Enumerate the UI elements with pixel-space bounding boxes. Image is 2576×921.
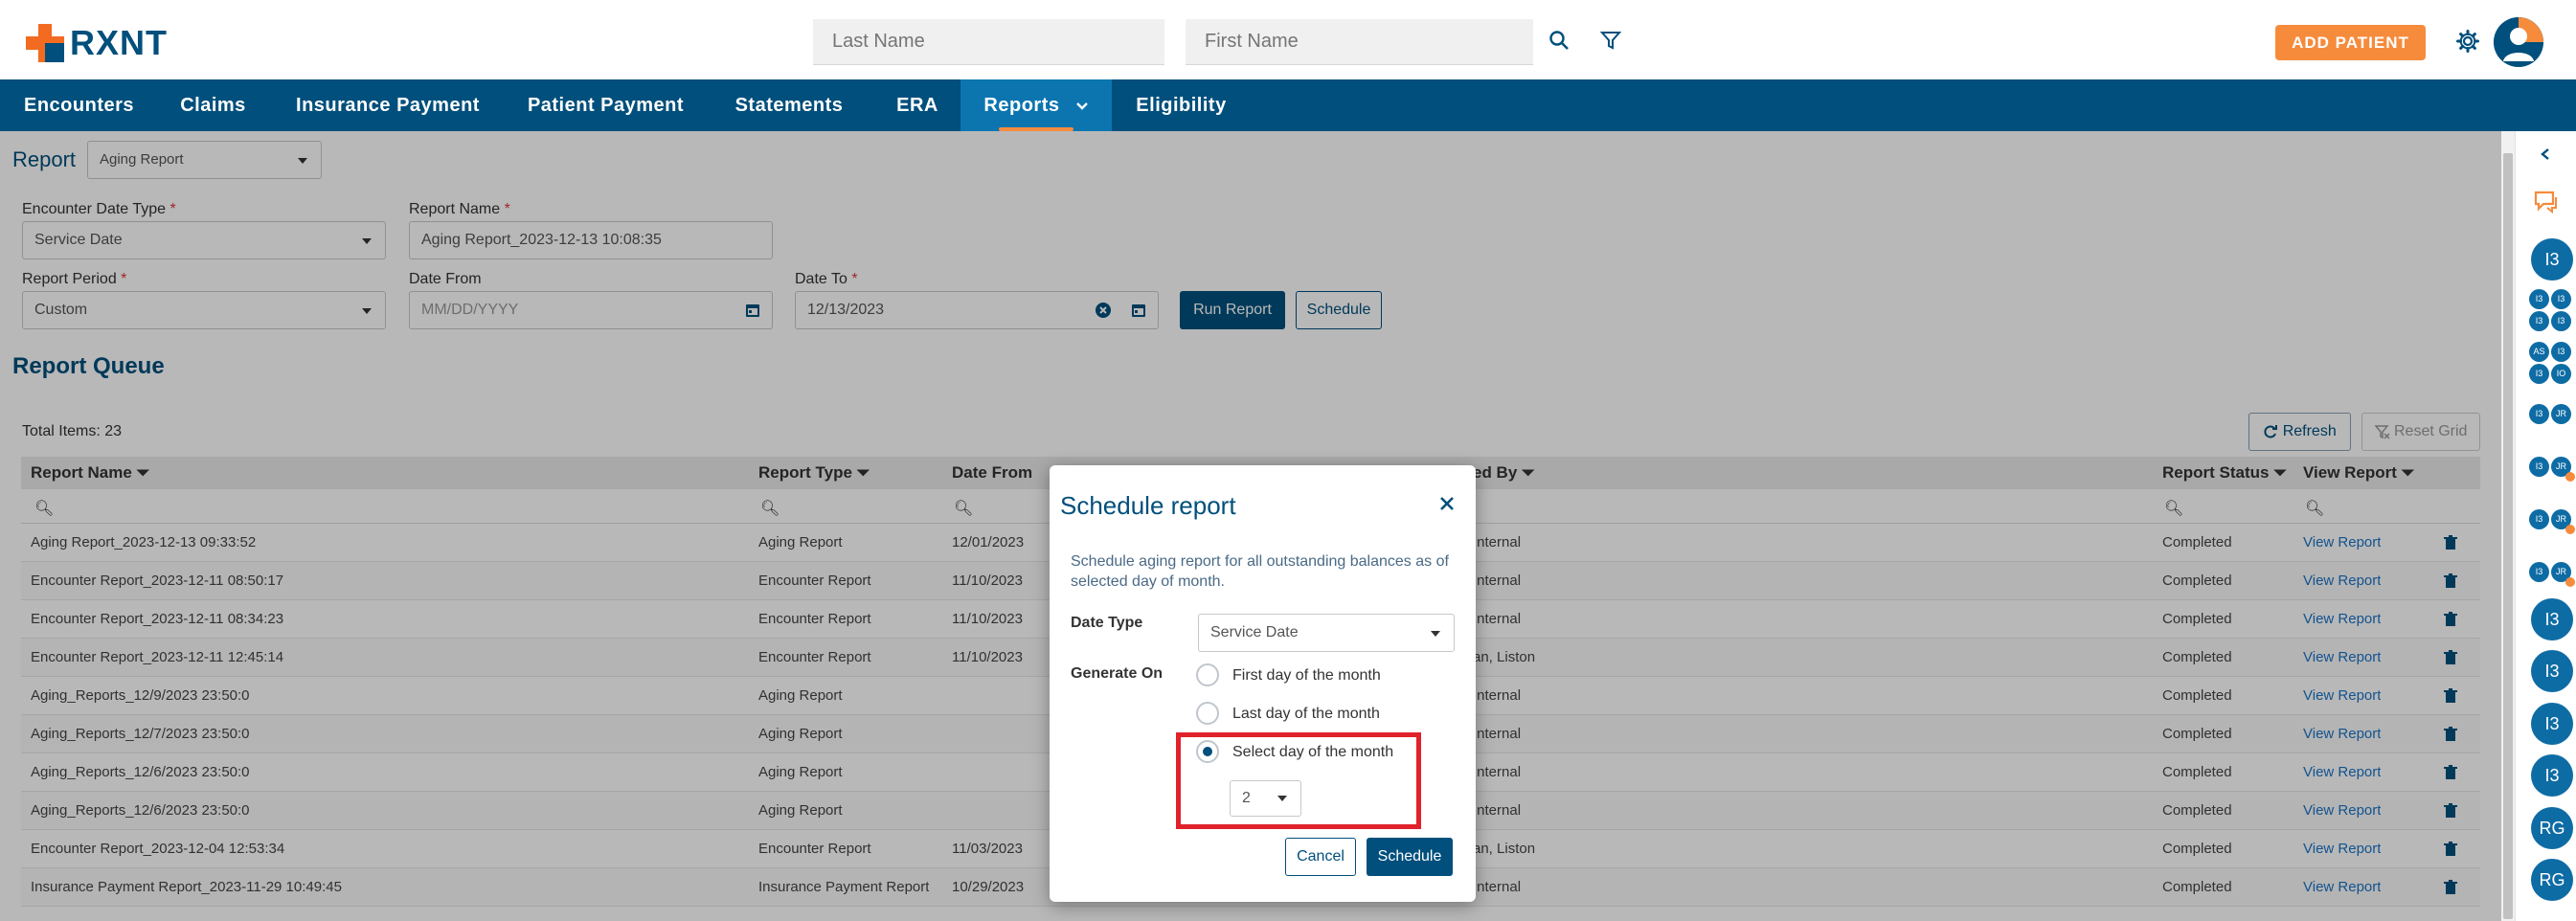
rail-mini-badge: I3: [2529, 311, 2549, 331]
nav-reports-label: Reports: [983, 95, 1060, 116]
rail-mini-badge: I3: [2529, 509, 2549, 529]
last-name-search-input[interactable]: [813, 19, 1164, 65]
nav-insurance-payment[interactable]: Insurance Payment: [268, 79, 508, 131]
close-icon[interactable]: [1433, 489, 1461, 518]
filter-icon[interactable]: [1595, 25, 1626, 56]
logo-text: RXNT: [70, 23, 168, 62]
generate-on-label: Generate On: [1071, 665, 1164, 682]
settings-gear-icon[interactable]: [2452, 26, 2483, 56]
first-day-label: First day of the month: [1232, 667, 1381, 684]
date-type-value: Service Date: [1210, 624, 1299, 640]
rail-user-badge[interactable]: I3: [2531, 598, 2573, 640]
rail-group-badge[interactable]: I3 JR: [2529, 552, 2575, 596]
rail-mini-badge: I3: [2529, 562, 2549, 582]
rail-user-badge[interactable]: I3: [2531, 703, 2573, 745]
date-type-label: Date Type: [1071, 615, 1143, 631]
rail-user-badge[interactable]: I3: [2531, 650, 2573, 692]
nav-eligibility[interactable]: Eligibility: [1112, 79, 1251, 131]
rail-mini-badge: I3: [2551, 311, 2571, 331]
chat-icon[interactable]: [2533, 190, 2560, 214]
nav-era[interactable]: ERA: [874, 79, 960, 131]
modal-title: Schedule report: [1060, 491, 1236, 520]
caret-down-icon: [1431, 631, 1440, 637]
rxnt-logo[interactable]: RXNT: [26, 23, 168, 63]
rail-group-badge[interactable]: I3 I3 I3 I3: [2529, 289, 2573, 333]
rail-mini-badge: I3: [2551, 342, 2571, 362]
highlight-box: [1176, 732, 1421, 829]
chevron-down-icon: [1075, 101, 1088, 110]
collapse-chevron-icon[interactable]: [2539, 147, 2552, 161]
user-avatar[interactable]: [2494, 17, 2543, 67]
rail-group-badge[interactable]: I3 JR: [2529, 447, 2575, 491]
rail-group-badge[interactable]: I3 JR: [2529, 394, 2573, 438]
rail-user-badge[interactable]: I3: [2531, 238, 2573, 281]
schedule-report-modal: Schedule report Schedule aging report fo…: [1050, 465, 1476, 902]
rail-mini-badge: I3: [2529, 289, 2549, 309]
rail-mini-badge: I3: [2529, 364, 2549, 384]
top-header: RXNT ADD PATIENT: [0, 0, 2576, 79]
nav-statements[interactable]: Statements: [704, 79, 874, 131]
nav-reports[interactable]: Reports: [960, 79, 1112, 131]
radio-last-day[interactable]: [1196, 702, 1219, 725]
rail-user-badge[interactable]: RG: [2531, 807, 2573, 849]
radio-first-day[interactable]: [1196, 663, 1219, 686]
nav-patient-payment[interactable]: Patient Payment: [508, 79, 704, 131]
rail-mini-badge: I3: [2551, 289, 2571, 309]
first-name-search-input[interactable]: [1186, 19, 1533, 65]
rail-mini-badge: I3: [2529, 404, 2549, 424]
logo-cross-icon: [26, 24, 64, 62]
notification-dot: [2565, 472, 2575, 482]
main-nav: Encounters Claims Insurance Payment Pati…: [0, 79, 2576, 131]
rail-user-badge[interactable]: RG: [2531, 859, 2573, 901]
rail-mini-badge: AS: [2529, 342, 2549, 362]
rail-user-badge[interactable]: I3: [2531, 754, 2573, 797]
modal-description: Schedule aging report for all outstandin…: [1071, 553, 1449, 590]
rail-mini-badge: IO: [2551, 364, 2571, 384]
rail-group-badge[interactable]: AS I3 I3 IO: [2529, 342, 2573, 386]
last-day-label: Last day of the month: [1232, 706, 1380, 722]
rail-mini-badge: JR: [2551, 404, 2571, 424]
search-icon[interactable]: [1544, 25, 1574, 56]
add-patient-button[interactable]: ADD PATIENT: [2275, 25, 2426, 60]
date-type-select[interactable]: Service Date: [1198, 614, 1455, 652]
notification-dot: [2565, 525, 2575, 534]
cancel-button[interactable]: Cancel: [1285, 838, 1356, 876]
nav-claims[interactable]: Claims: [158, 79, 268, 131]
rail-mini-badge: I3: [2529, 457, 2549, 477]
scrollbar-thumb[interactable]: [2503, 153, 2513, 919]
nav-encounters[interactable]: Encounters: [0, 79, 158, 131]
rail-group-badge[interactable]: I3 JR: [2529, 500, 2575, 544]
notification-dot: [2565, 577, 2575, 587]
modal-schedule-button[interactable]: Schedule: [1367, 838, 1453, 876]
